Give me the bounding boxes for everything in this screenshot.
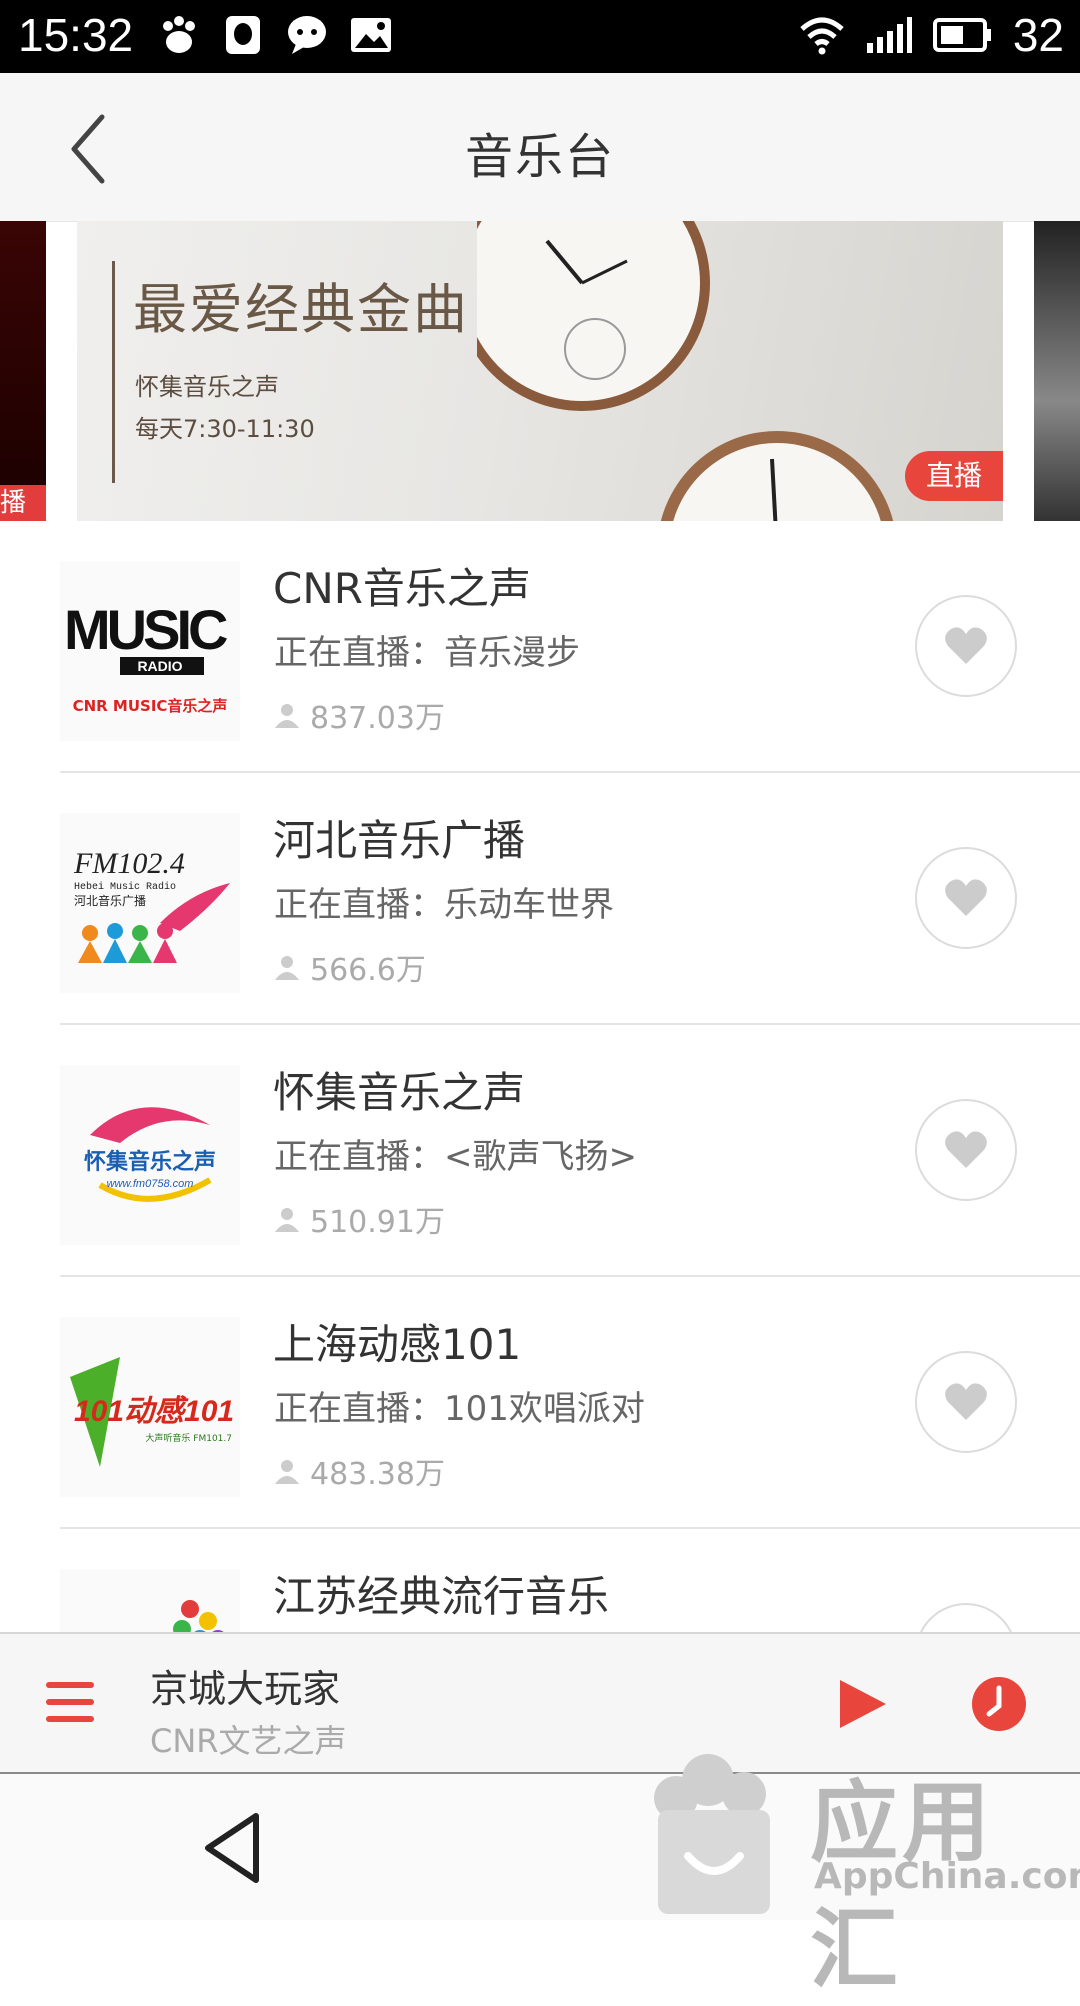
svg-text:MUSIC: MUSIC bbox=[64, 598, 227, 661]
station-name: 怀集音乐之声 bbox=[273, 1068, 526, 1117]
favorite-button[interactable] bbox=[915, 1099, 1017, 1201]
station-list: MUSIC RADIO CNR MUSIC音乐之声 CNR音乐之声 正在直播：音… bbox=[0, 521, 1080, 1781]
station-row[interactable]: FM102.4 Hebei Music Radio 河北音乐广播 河北音乐广播 … bbox=[0, 773, 1080, 1025]
appchina-logo-icon bbox=[654, 1754, 770, 1914]
svg-text:河北音乐广播: 河北音乐广播 bbox=[74, 893, 146, 908]
station-name: CNR音乐之声 bbox=[273, 564, 531, 613]
baidu-paw-icon bbox=[163, 16, 195, 53]
battery-icon bbox=[932, 18, 991, 52]
station-now-playing: 正在直播：乐动车世界 bbox=[274, 885, 614, 925]
appchina-watermark: 应用汇 AppChina.com bbox=[636, 1740, 1080, 2001]
status-time: 15:32 bbox=[18, 9, 134, 61]
user-icon bbox=[275, 956, 299, 980]
listener-count-value: 510.91万 bbox=[310, 1205, 445, 1240]
banner-prev-slide[interactable]: 播 bbox=[0, 221, 46, 521]
svg-text:101动感101: 101动感101 bbox=[74, 1395, 234, 1428]
user-icon bbox=[275, 1208, 299, 1232]
chat-icon bbox=[288, 16, 326, 54]
banner-live-tag: 直播 bbox=[905, 451, 1003, 501]
heart-icon bbox=[945, 627, 987, 664]
banner-divider bbox=[112, 261, 115, 483]
station-now-playing: 正在直播：音乐漫步 bbox=[274, 633, 580, 673]
watermark-en: AppChina.com bbox=[814, 1856, 1080, 1897]
listener-count-value: 483.38万 bbox=[310, 1457, 445, 1492]
heart-icon bbox=[945, 1131, 987, 1168]
listener-count: 510.91万 bbox=[274, 1197, 445, 1241]
listener-count: 566.6万 bbox=[274, 945, 426, 989]
notification-icons bbox=[156, 12, 394, 58]
user-icon bbox=[275, 1460, 299, 1484]
qq-icon bbox=[226, 16, 260, 54]
heart-icon bbox=[945, 879, 987, 916]
svg-text:RADIO: RADIO bbox=[137, 658, 182, 674]
favorite-button[interactable] bbox=[915, 595, 1017, 697]
favorite-button[interactable] bbox=[915, 1351, 1017, 1453]
status-right: 32 bbox=[799, 8, 1064, 62]
heart-icon bbox=[945, 1383, 987, 1420]
svg-text:Hebei Music Radio: Hebei Music Radio bbox=[74, 881, 176, 893]
svg-text:大声听音乐 FM101.7: 大声听音乐 FM101.7 bbox=[145, 1432, 232, 1444]
signal-icon bbox=[866, 17, 912, 53]
station-logo: 怀集音乐之声 www.fm0758.com bbox=[60, 1065, 240, 1245]
battery-level: 32 bbox=[1012, 9, 1064, 61]
banner-slide[interactable]: 最爱经典金曲 怀集音乐之声 每天7:30-11:30 直播 bbox=[77, 221, 1003, 521]
station-name: 江苏经典流行音乐 bbox=[273, 1572, 610, 1621]
image-icon bbox=[351, 18, 391, 52]
wifi-icon bbox=[800, 17, 844, 55]
banner-carousel[interactable]: 播 最爱经典金曲 怀集音乐之声 每天7:30-11:30 直播 bbox=[0, 221, 1080, 521]
listener-count: 483.38万 bbox=[274, 1449, 445, 1493]
svg-text:怀集音乐之声: 怀集音乐之声 bbox=[84, 1149, 216, 1175]
station-row[interactable]: 怀集音乐之声 www.fm0758.com 怀集音乐之声 正在直播：<歌声飞扬>… bbox=[0, 1025, 1080, 1277]
play-icon[interactable] bbox=[838, 1678, 888, 1730]
menu-icon[interactable] bbox=[46, 1680, 94, 1724]
station-now-playing: 正在直播：<歌声飞扬> bbox=[274, 1137, 637, 1177]
now-playing-station: CNR文艺之声 bbox=[150, 1722, 347, 1760]
page-title: 音乐台 bbox=[464, 129, 615, 185]
svg-text:CNR MUSIC音乐之声: CNR MUSIC音乐之声 bbox=[73, 697, 228, 715]
station-row[interactable]: MUSIC RADIO CNR MUSIC音乐之声 CNR音乐之声 正在直播：音… bbox=[0, 521, 1080, 773]
user-icon bbox=[275, 704, 299, 728]
now-playing-title: 京城大玩家 bbox=[150, 1667, 341, 1711]
prev-live-tag: 播 bbox=[0, 485, 46, 521]
station-logo: MUSIC RADIO CNR MUSIC音乐之声 bbox=[60, 561, 240, 741]
banner-next-slide[interactable] bbox=[1034, 221, 1080, 521]
listener-count-value: 566.6万 bbox=[310, 953, 426, 988]
station-now-playing: 正在直播：101欢唱派对 bbox=[274, 1389, 645, 1429]
svg-text:FM102.4: FM102.4 bbox=[73, 847, 185, 880]
app-header: 音乐台 bbox=[0, 73, 1080, 222]
station-logo: FM102.4 Hebei Music Radio 河北音乐广播 bbox=[60, 813, 240, 993]
nav-back-icon[interactable] bbox=[200, 1810, 264, 1886]
banner-title: 最爱经典金曲 bbox=[133, 278, 469, 341]
listener-count: 837.03万 bbox=[274, 693, 445, 737]
clock-image-icon bbox=[477, 221, 894, 521]
station-name: 上海动感101 bbox=[273, 1320, 522, 1369]
favorite-button[interactable] bbox=[915, 847, 1017, 949]
status-bar: 15:32 32 bbox=[0, 0, 1080, 73]
station-row[interactable]: 101动感101 大声听音乐 FM101.7 上海动感101 正在直播：101欢… bbox=[0, 1277, 1080, 1529]
banner-schedule: 每天7:30-11:30 bbox=[135, 415, 315, 443]
svg-text:www.fm0758.com: www.fm0758.com bbox=[107, 1178, 194, 1190]
timer-clock-icon[interactable] bbox=[971, 1676, 1027, 1732]
listener-count-value: 837.03万 bbox=[310, 701, 445, 736]
banner-station: 怀集音乐之声 bbox=[135, 373, 279, 401]
station-name: 河北音乐广播 bbox=[273, 816, 526, 865]
station-logo: 101动感101 大声听音乐 FM101.7 bbox=[60, 1317, 240, 1497]
